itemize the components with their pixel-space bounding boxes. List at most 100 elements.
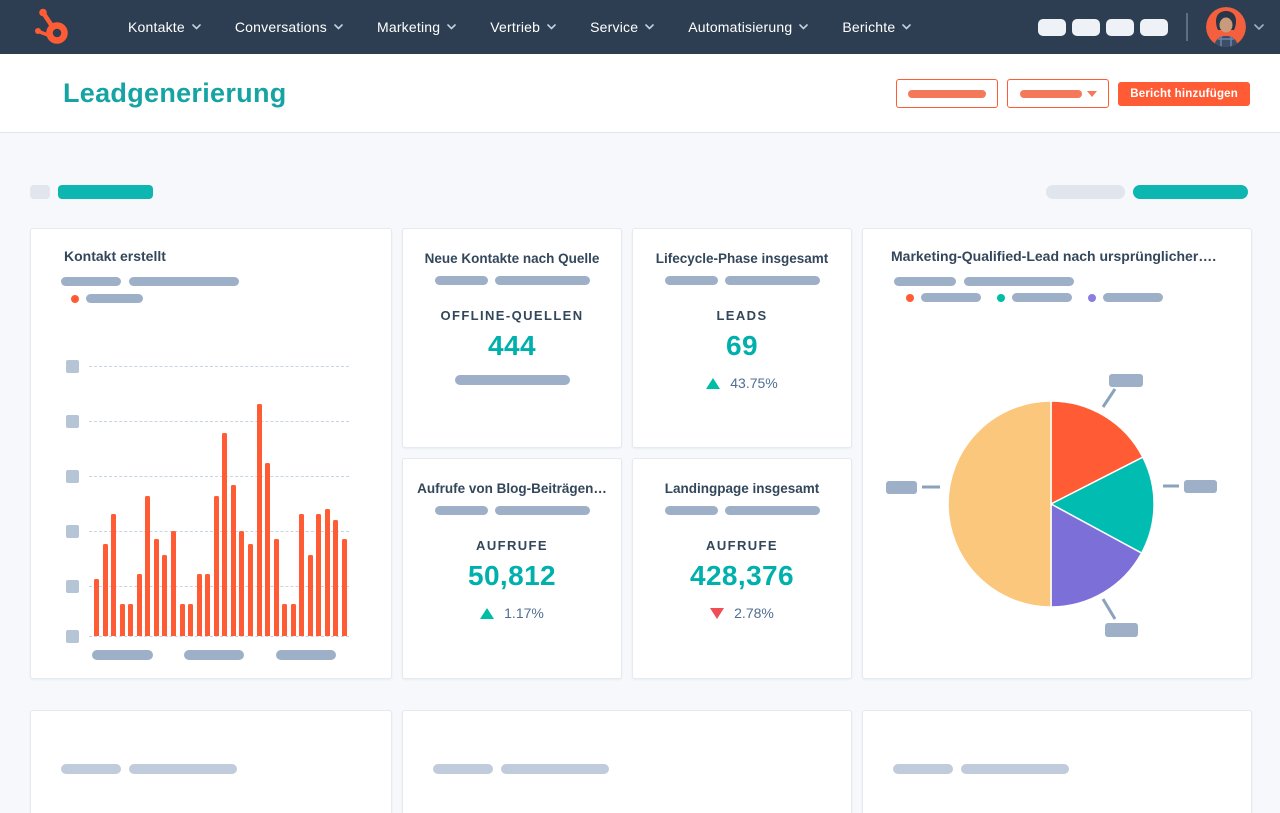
subtitle-placeholder [434, 276, 488, 285]
chart-legend [906, 293, 1163, 302]
header-actions: Bericht hinzufügen [896, 79, 1250, 108]
bar [179, 604, 185, 636]
card-bottom-middle [402, 710, 852, 813]
subtitle-placeholder [494, 506, 590, 515]
filter-placeholder-teal[interactable] [1133, 185, 1248, 199]
pie-chart [886, 374, 1217, 637]
metric-delta: 2.78% [633, 605, 851, 621]
nav-tool-icon-placeholder-4[interactable] [1140, 18, 1168, 36]
nav-tool-icon-placeholder-3[interactable] [1106, 18, 1134, 36]
bar [222, 433, 228, 636]
card-title: Neue Kontakte nach Quelle [424, 251, 600, 266]
hubspot-logo-icon[interactable] [33, 7, 69, 47]
metric-value: 428,376 [689, 560, 794, 591]
bar [239, 531, 245, 636]
account-menu-chevron-icon[interactable] [1254, 23, 1264, 31]
page-header: Leadgenerierung Bericht hinzufügen [0, 54, 1280, 133]
subtitle-placeholder [501, 764, 609, 774]
card-neue-kontakte-nach-quelle: Neue Kontakte nach Quelle OFFLINE-QUELLE… [402, 228, 622, 448]
card-subtitle-placeholders [403, 276, 621, 285]
nav-item-label: Kontakte [128, 19, 185, 35]
subtitle-placeholder [893, 764, 953, 774]
delta-triangle-icon [710, 607, 725, 619]
delta-value: 2.78% [734, 605, 774, 621]
filter-placeholder-teal[interactable] [58, 185, 153, 199]
bar [307, 555, 313, 636]
bar [188, 604, 194, 636]
legend-label-placeholder [1103, 293, 1163, 302]
card-landingpage: Landingpage insgesamt AUFRUFE 428,376 2.… [632, 458, 852, 679]
add-report-button[interactable]: Bericht hinzufügen [1118, 81, 1250, 106]
filter-placeholder-gray[interactable] [1046, 185, 1125, 199]
bar [324, 509, 330, 636]
nav-item-label: Berichte [842, 19, 896, 35]
bar [342, 539, 347, 636]
bar [256, 404, 262, 636]
nav-item-automatisierung[interactable]: Automatisierung [671, 0, 825, 54]
card-kontakt-erstellt: Kontakt erstellt [30, 228, 392, 679]
subtitle-placeholder [964, 277, 1074, 286]
nav-utilities [1032, 7, 1264, 47]
bar [213, 496, 219, 636]
bar [145, 496, 151, 636]
y-axis-tick-placeholder [66, 415, 79, 428]
card-bottom-left [30, 710, 392, 813]
chevron-down-icon [799, 24, 809, 30]
card-lifecycle-phase: Lifecycle-Phase insgesamt LEADS 69 43.75… [632, 228, 852, 448]
subtitle-placeholder [894, 277, 956, 286]
nav-item-berichte[interactable]: Berichte [825, 0, 928, 54]
caret-down-icon [1086, 90, 1097, 97]
x-axis-label-placeholder [184, 650, 244, 660]
legend-dot-orange [906, 293, 914, 302]
delta-value: 1.17% [504, 605, 544, 621]
metric-label: OFFLINE-QUELLEN [440, 308, 584, 323]
metric-value: 69 [726, 330, 758, 361]
nav-item-label: Vertrieb [490, 19, 541, 35]
user-avatar[interactable] [1206, 7, 1246, 47]
metric-delta: 43.75% [633, 375, 851, 391]
bar [128, 604, 134, 636]
bar [230, 485, 236, 636]
subtitle-placeholder [724, 506, 820, 515]
y-axis-tick-placeholder [66, 525, 79, 538]
gridline [89, 421, 349, 422]
chevron-down-icon [645, 24, 655, 30]
card-mql-pie: Marketing-Qualified-Lead nach ursprüngli… [862, 228, 1252, 679]
gridline [89, 531, 349, 532]
nav-item-label: Service [590, 19, 639, 35]
nav-item-conversations[interactable]: Conversations [218, 0, 360, 54]
bar [170, 531, 176, 636]
hubspot-dashboard: Kontakte Conversations Marketing Vertrie… [0, 0, 1280, 813]
callout-label-placeholder [886, 481, 917, 494]
button-label-placeholder [1019, 89, 1082, 98]
nav-item-vertrieb[interactable]: Vertrieb [473, 0, 573, 54]
y-axis-tick-placeholder [66, 360, 79, 373]
dashboard-action-button-placeholder[interactable] [896, 79, 999, 108]
nav-tool-icon-placeholder-2[interactable] [1072, 18, 1100, 36]
nav-item-kontakte[interactable]: Kontakte [111, 0, 218, 54]
nav-item-label: Conversations [234, 19, 327, 35]
button-label-placeholder [908, 89, 987, 98]
bar [94, 579, 99, 636]
filter-placeholder-gray[interactable] [30, 185, 50, 199]
footer-placeholder [454, 375, 570, 385]
card-bottom-right [862, 710, 1252, 813]
bar [282, 604, 288, 636]
metric-delta: 1.17% [403, 605, 621, 621]
y-axis-tick-placeholder [66, 580, 79, 593]
bar [162, 555, 168, 636]
dashboard-filter-left [30, 185, 153, 199]
bar [273, 539, 279, 636]
legend-label-placeholder [921, 293, 981, 302]
delta-triangle-icon [480, 607, 495, 619]
subtitle-placeholder [961, 764, 1069, 774]
card-subtitle-placeholders [403, 506, 621, 515]
delta-triangle-icon [706, 377, 721, 389]
callout-label-placeholder [1109, 374, 1143, 387]
nav-item-marketing[interactable]: Marketing [360, 0, 473, 54]
dashboard-filter-dropdown-placeholder[interactable] [1007, 79, 1110, 108]
card-title: Marketing-Qualified-Lead nach ursprüngli… [891, 248, 1217, 264]
nav-tool-icon-placeholder-1[interactable] [1038, 18, 1066, 36]
nav-item-service[interactable]: Service [573, 0, 671, 54]
bar [299, 514, 305, 636]
